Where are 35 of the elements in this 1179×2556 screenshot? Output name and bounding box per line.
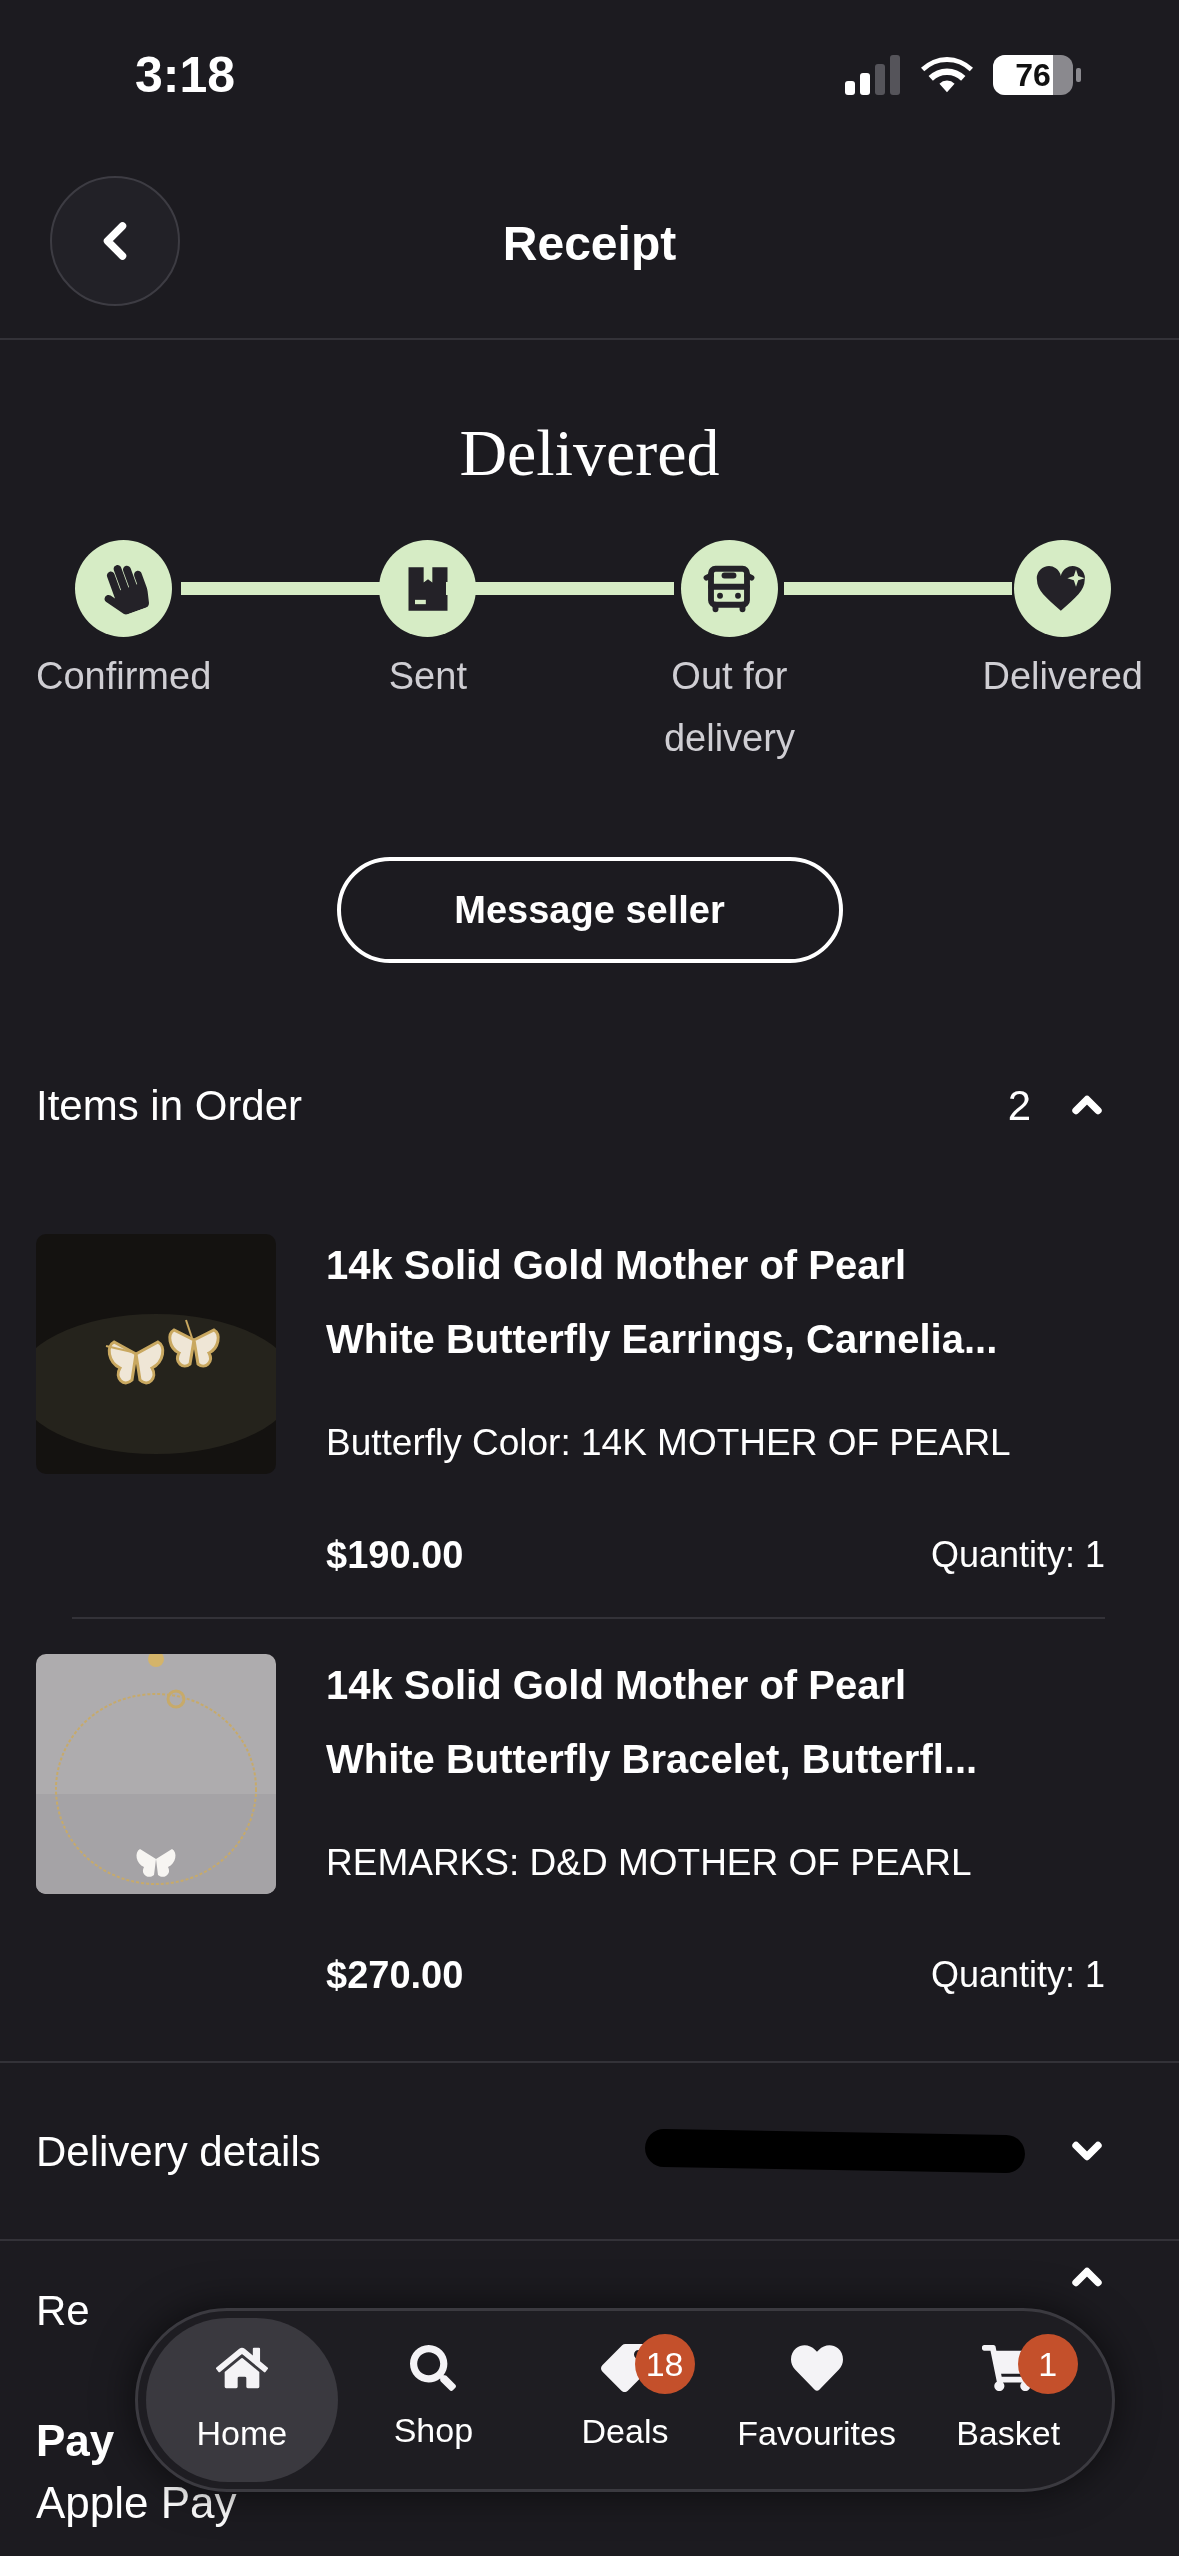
tab-bar-item[interactable]: Favourites <box>720 2318 913 2482</box>
status-time: 3:18 <box>135 45 236 105</box>
item-title: White Butterfly Earrings, Carnelia... <box>326 1316 999 1363</box>
notification-badge: 18 <box>634 2334 695 2394</box>
tab-bar-item[interactable]: Home <box>146 2318 338 2482</box>
item-title: White Butterfly Bracelet, Butterfl... <box>326 1736 979 1783</box>
item-count: 2 <box>1007 1080 1031 1131</box>
delivery-details-label: Delivery details <box>36 2126 321 2177</box>
step-label: Confirmed <box>36 654 212 699</box>
battery-icon <box>993 55 1081 95</box>
tab-bar-item[interactable]: Basket 1 <box>912 2318 1104 2482</box>
item-quantity: Quantity: 1 <box>930 1953 1105 1997</box>
step-label: Delivered <box>982 654 1143 699</box>
signal-icon <box>845 55 901 95</box>
payment-label: Pay <box>36 2415 115 2467</box>
page-title: Receipt <box>502 216 677 272</box>
item-price: $270.00 <box>326 1953 464 1998</box>
step-label: Sent <box>388 654 467 699</box>
item-variation: REMARKS: D&D MOTHER OF PEARL <box>326 1841 973 1885</box>
search-icon <box>410 2344 457 2391</box>
item-price: $190.00 <box>326 1533 464 1578</box>
item-quantity: Quantity: 1 <box>930 1533 1105 1577</box>
tab-bar-item[interactable]: Deals 18 <box>529 2318 721 2482</box>
section-label: Re <box>36 2286 90 2336</box>
order-status-title: Delivered <box>459 415 720 491</box>
message-seller-button[interactable]: Message seller <box>336 857 843 963</box>
battery-percentage: 76 <box>1015 56 1051 95</box>
wifi-icon <box>921 55 973 95</box>
section-title: Items in Order <box>36 1080 303 1131</box>
item-title: 14k Solid Gold Mother of Pearl <box>326 1662 908 1709</box>
item-variation: Butterfly Color: 14K MOTHER OF PEARL <box>326 1421 1012 1465</box>
tab-bar-item[interactable]: Shop <box>337 2318 530 2482</box>
item-title: 14k Solid Gold Mother of Pearl <box>326 1242 908 1289</box>
step-label: Out for delivery <box>662 654 796 761</box>
notification-badge: 1 <box>1017 2334 1078 2394</box>
